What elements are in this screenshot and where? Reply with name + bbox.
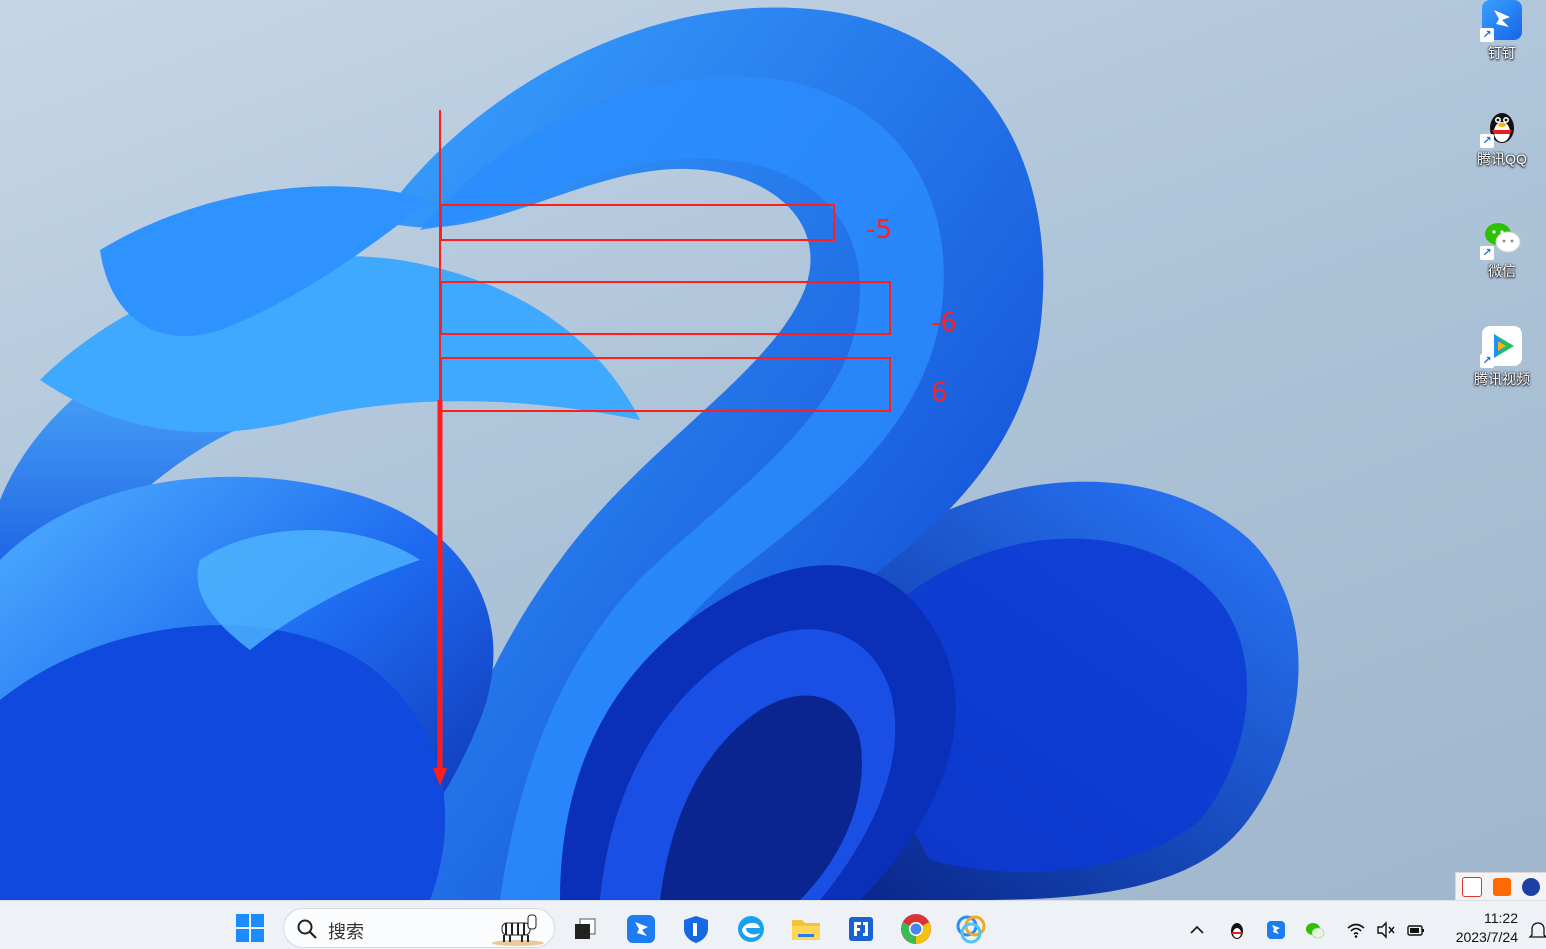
- clock-time: 11:22: [1484, 910, 1518, 926]
- dingtalk-icon: [627, 915, 655, 943]
- search-placeholder: 搜索: [328, 922, 364, 942]
- desktop-icon-label: 微信: [1488, 263, 1516, 279]
- bloom-artwork: [0, 7, 1299, 900]
- floating-toolbar: [1455, 872, 1546, 900]
- qq-penguin-icon: ↗: [1480, 106, 1522, 148]
- chevron-up-icon[interactable]: [1187, 920, 1207, 940]
- taskbar-app-chrome[interactable]: [898, 911, 934, 947]
- zebra-illustration-icon: [492, 914, 544, 946]
- chrome-browser-icon: [901, 914, 931, 944]
- shortcut-arrow-icon: ↗: [1480, 28, 1494, 42]
- shortcut-arrow-icon: ↗: [1480, 354, 1494, 368]
- task-view-button[interactable]: [567, 911, 603, 947]
- system-clock[interactable]: 11:22 2023/7/24: [1456, 909, 1518, 947]
- task-view-icon: [575, 918, 596, 939]
- desktop-wallpaper: [0, 0, 1546, 900]
- fs-app-icon: [849, 917, 873, 941]
- search-icon: [297, 919, 317, 939]
- wechat-tray-icon[interactable]: [1305, 920, 1325, 940]
- tencent-video-icon: ↗: [1480, 326, 1522, 368]
- pdf-document-icon[interactable]: [1461, 876, 1482, 897]
- dingtalk-icon: ↗: [1480, 0, 1522, 42]
- shortcut-arrow-icon: ↗: [1480, 246, 1494, 260]
- taskbar-app-circles[interactable]: [953, 911, 989, 947]
- desktop-icon-wechat[interactable]: ↗ 微信: [1464, 218, 1540, 281]
- desktop-icon-label: 腾讯视频: [1474, 371, 1530, 387]
- desktop-icon-tencent-video[interactable]: ↗ 腾讯视频: [1464, 326, 1540, 389]
- folder-icon: [792, 920, 820, 940]
- taskbar-app-lenovo-manager[interactable]: [678, 911, 714, 947]
- taskbar-app-dingtalk[interactable]: [623, 911, 659, 947]
- desktop-icon-label: 钉钉: [1488, 45, 1516, 61]
- shortcut-arrow-icon: ↗: [1480, 134, 1494, 148]
- sogou-input-icon[interactable]: [1492, 877, 1511, 896]
- volume-muted-icon[interactable]: [1376, 920, 1396, 940]
- qq-tray-icon[interactable]: [1227, 920, 1247, 940]
- battery-icon[interactable]: [1406, 920, 1426, 940]
- notification-bell-icon[interactable]: [1528, 921, 1546, 941]
- wifi-icon[interactable]: [1346, 920, 1366, 940]
- desktop-icon-dingtalk[interactable]: ↗ 钉钉: [1464, 0, 1540, 63]
- desktop-icon-qq[interactable]: ↗ 腾讯QQ: [1464, 106, 1540, 169]
- help-icon[interactable]: [1522, 877, 1541, 896]
- shield-icon: [684, 916, 708, 943]
- taskbar-app-fs[interactable]: [843, 911, 879, 947]
- clock-date: 2023/7/24: [1455, 929, 1518, 945]
- wechat-icon: ↗: [1480, 218, 1522, 260]
- taskbar-app-edge[interactable]: [733, 911, 769, 947]
- dingtalk-tray-icon[interactable]: [1266, 920, 1286, 940]
- taskbar-search-box[interactable]: 搜索: [283, 908, 555, 948]
- desktop-icon-label: 腾讯QQ: [1477, 151, 1527, 167]
- edge-browser-icon: [738, 916, 764, 942]
- taskbar-app-file-explorer[interactable]: [788, 911, 824, 947]
- windows-logo-icon: [236, 914, 264, 942]
- overlapping-circles-app-icon: [956, 915, 986, 944]
- start-button[interactable]: [232, 910, 268, 946]
